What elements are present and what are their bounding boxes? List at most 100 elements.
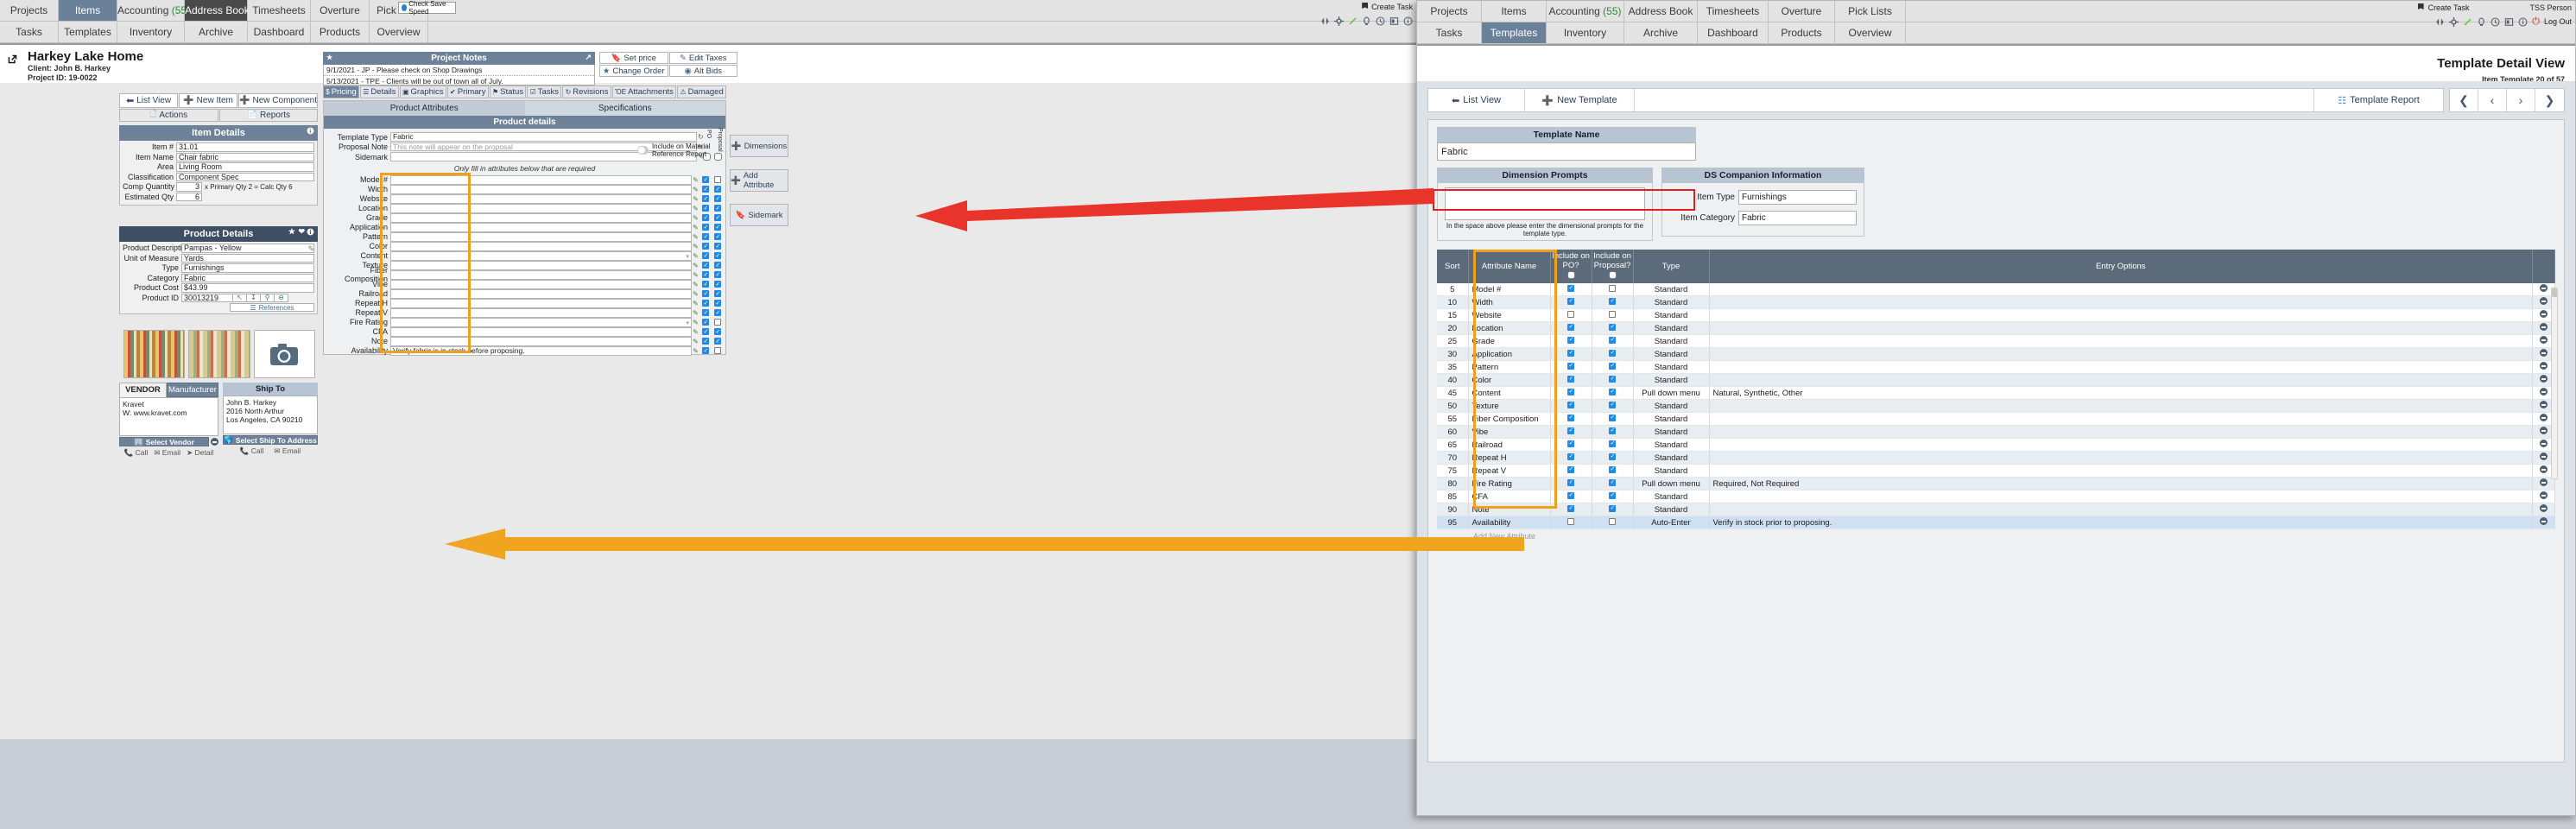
delete-row-icon[interactable] — [2540, 375, 2548, 383]
cell-entry-options[interactable] — [1709, 308, 2533, 322]
cell-type[interactable]: Standard — [1633, 321, 1710, 335]
last-record-button[interactable]: ❯ — [2535, 89, 2564, 111]
cell-include-proposal[interactable] — [1592, 308, 1634, 322]
refresh-icon[interactable]: ★ — [326, 54, 332, 61]
include-on-po-checkbox[interactable] — [1567, 349, 1574, 357]
cell-entry-options[interactable] — [1709, 283, 2533, 296]
cell-sort[interactable]: 80 — [1437, 477, 1469, 490]
include-on-po-checkbox[interactable] — [702, 338, 709, 345]
nav-tab-address-book[interactable]: Address Book — [1624, 1, 1698, 22]
include-on-proposal-checkbox[interactable] — [1609, 284, 1616, 292]
template-report-button[interactable]: ☷ Template Report — [2313, 89, 2443, 111]
cell-attribute-name[interactable]: Fiber Composition — [1468, 412, 1551, 426]
cell-include-proposal[interactable] — [1592, 295, 1634, 309]
cell-type[interactable]: Auto-Enter — [1633, 516, 1710, 529]
nav-tab-dashboard[interactable]: Dashboard — [248, 22, 311, 43]
nav-tab-pick-lists[interactable]: Pick Lists — [1835, 1, 1906, 22]
include-on-po-checkbox[interactable] — [702, 195, 709, 203]
info-icon[interactable] — [1403, 16, 1413, 26]
cell-include-po[interactable] — [1550, 283, 1592, 296]
cell-sort[interactable]: 75 — [1437, 464, 1469, 478]
next-record-button[interactable]: › — [2507, 89, 2535, 111]
include-on-proposal-checkbox[interactable] — [1609, 362, 1616, 370]
info-icon[interactable] — [307, 127, 314, 135]
attribute-input[interactable] — [390, 185, 692, 194]
cell-sort[interactable]: 90 — [1437, 503, 1469, 516]
delete-row-icon[interactable] — [2540, 323, 2548, 331]
include-on-po-checkbox[interactable] — [702, 300, 709, 307]
cell-include-proposal[interactable] — [1592, 373, 1634, 387]
nav-tab-address-book[interactable]: Address Book — [185, 0, 250, 22]
cell-include-po[interactable] — [1550, 464, 1592, 478]
table-row[interactable]: 90Note Standard — [1437, 503, 2555, 516]
cell-sort[interactable]: 30 — [1437, 347, 1469, 361]
include-on-po-checkbox[interactable] — [1567, 478, 1574, 486]
edit-taxes-button[interactable]: ✎ Edit Taxes — [668, 52, 737, 64]
include-on-po-checkbox[interactable] — [1567, 517, 1574, 525]
pencil-icon[interactable]: ✎ — [692, 262, 699, 269]
table-row[interactable]: 85CFA Standard — [1437, 490, 2555, 503]
cell-type[interactable]: Standard — [1633, 334, 1710, 348]
include-on-proposal-checkbox[interactable] — [1609, 465, 1616, 473]
pencil-icon[interactable]: ✎ — [692, 224, 699, 231]
include-on-proposal-checkbox[interactable] — [714, 252, 721, 260]
cell-sort[interactable]: 10 — [1437, 295, 1469, 309]
field-value[interactable]: Component Spec — [176, 172, 314, 181]
nav-tab-dashboard[interactable]: Dashboard — [1698, 22, 1769, 44]
attribute-input[interactable] — [390, 213, 692, 223]
attribute-input[interactable] — [390, 337, 692, 346]
attribute-input[interactable] — [390, 308, 692, 318]
pencil-icon[interactable]: ✎ — [692, 281, 699, 288]
table-scroll-thumb[interactable] — [2552, 288, 2557, 297]
cell-attribute-name[interactable]: Repeat H — [1468, 451, 1551, 465]
add-photo-button[interactable] — [253, 330, 315, 378]
delete-row-icon[interactable] — [2540, 310, 2548, 318]
cell-attribute-name[interactable]: Pattern — [1468, 360, 1551, 374]
include-on-proposal-checkbox[interactable] — [714, 347, 721, 355]
attribute-input[interactable] — [390, 232, 692, 242]
field-value[interactable]: Chair fabric — [176, 152, 314, 161]
table-row[interactable]: 70Repeat H Standard — [1437, 451, 2555, 465]
field-value[interactable]: Furnishings — [181, 263, 314, 273]
vendor-email-button[interactable]: ✉ Email — [154, 448, 180, 458]
include-on-proposal-checkbox[interactable] — [714, 328, 721, 336]
field-value[interactable]: 6 — [176, 192, 202, 201]
shipto-call-button[interactable]: 📞 Call — [240, 446, 264, 456]
cell-include-proposal[interactable] — [1592, 425, 1634, 439]
cell-type[interactable]: Standard — [1633, 308, 1710, 322]
pencil-icon[interactable]: ✎ — [692, 309, 699, 317]
include-on-po-checkbox[interactable] — [702, 233, 709, 241]
include-on-po-checkbox[interactable] — [1567, 440, 1574, 447]
include-on-po-checkbox[interactable] — [1567, 297, 1574, 305]
cell-type[interactable]: Standard — [1633, 451, 1710, 465]
include-on-po-checkbox[interactable] — [702, 186, 709, 193]
pencil-icon[interactable]: ✎ — [307, 244, 314, 254]
cell-entry-options[interactable]: Required, Not Required — [1709, 477, 2533, 490]
include-on-proposal-checkbox[interactable] — [714, 262, 721, 269]
table-scrollbar[interactable] — [2551, 288, 2558, 479]
cell-include-po[interactable] — [1550, 399, 1592, 413]
dimensions-button[interactable]: ➕ Dimensions — [730, 135, 788, 157]
field-value[interactable]: Yards — [181, 253, 314, 263]
cell-include-proposal[interactable] — [1592, 283, 1634, 296]
tab-manufacturer[interactable]: Manufacturer — [166, 383, 218, 397]
cell-actions[interactable] — [2532, 490, 2555, 503]
cell-include-proposal[interactable] — [1592, 412, 1634, 426]
cell-include-proposal[interactable] — [1592, 360, 1634, 374]
attribute-input[interactable] — [390, 194, 692, 204]
field-value[interactable]: 30013219 — [181, 293, 233, 302]
include-on-proposal-checkbox[interactable] — [714, 205, 721, 212]
pencil-icon[interactable]: ✎ — [692, 176, 699, 184]
pencil-icon[interactable]: ✎ — [692, 290, 699, 298]
include-on-po-checkbox[interactable] — [1567, 504, 1574, 512]
star-icon[interactable]: ★ — [288, 227, 295, 237]
cell-type[interactable]: Standard — [1633, 490, 1710, 503]
pencil-icon[interactable]: ✎ — [692, 233, 699, 241]
table-row[interactable]: 20Location Standard — [1437, 321, 2555, 335]
cell-type[interactable]: Standard — [1633, 438, 1710, 452]
template-type-input[interactable]: Fabric — [390, 132, 697, 142]
pencil-icon[interactable]: ✎ — [692, 328, 699, 336]
tab-vendor[interactable]: VENDOR — [119, 383, 167, 397]
delete-row-icon[interactable] — [2540, 440, 2548, 447]
create-task-label[interactable]: Create Task — [1371, 3, 1413, 11]
